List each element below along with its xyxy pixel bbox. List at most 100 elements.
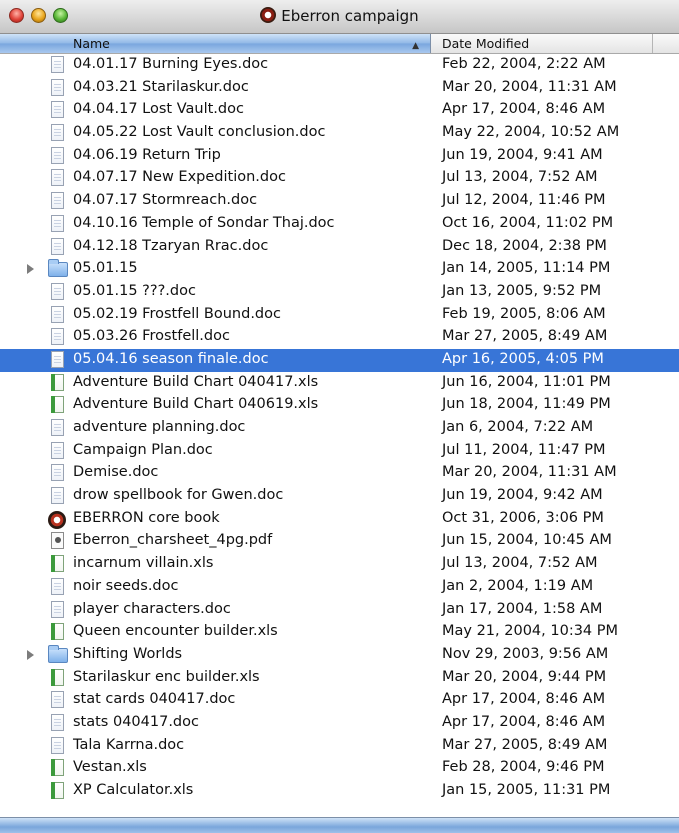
file-row[interactable]: Vestan.xls Feb 28, 2004, 9:46 PM xyxy=(0,757,679,780)
file-row[interactable]: 04.01.17 Burning Eyes.doc Feb 22, 2004, 2… xyxy=(0,54,679,77)
date-modified: Jul 13, 2004, 7:52 AM xyxy=(442,555,598,572)
file-name: noir seeds.doc xyxy=(73,577,179,594)
file-name: 05.01.15 xyxy=(73,260,138,277)
file-name: 04.06.19 Return Trip xyxy=(73,146,221,163)
disclosure-triangle-icon[interactable] xyxy=(27,264,34,275)
date-modified: Apr 17, 2004, 8:46 AM xyxy=(442,101,606,118)
folder-row[interactable]: 05.01.15 Jan 14, 2005, 11:14 PM xyxy=(0,258,679,281)
date-modified: Jun 15, 2004, 10:45 AM xyxy=(442,532,612,549)
date-modified: Feb 19, 2005, 8:06 AM xyxy=(442,305,606,322)
file-row[interactable]: Eberron_charsheet_4pg.pdf Jun 15, 2004, 1… xyxy=(0,530,679,553)
file-row[interactable]: player characters.doc Jan 17, 2004, 1:58 … xyxy=(0,599,679,622)
file-row[interactable]: Starilaskur enc builder.xls Mar 20, 2004,… xyxy=(0,667,679,690)
file-row[interactable]: adventure planning.doc Jan 6, 2004, 7:22 … xyxy=(0,417,679,440)
file-name: 04.04.17 Lost Vault.doc xyxy=(73,101,244,118)
date-modified: Mar 20, 2004, 9:44 PM xyxy=(442,668,607,685)
eberron-book-icon xyxy=(260,7,277,23)
date-modified: Mar 20, 2004, 11:31 AM xyxy=(442,78,617,95)
file-row[interactable]: stats 040417.doc Apr 17, 2004, 8:46 AM xyxy=(0,712,679,735)
document-icon xyxy=(51,464,64,482)
file-row[interactable]: 05.02.19 Frostfell Bound.doc Feb 19, 2005… xyxy=(0,304,679,327)
file-row[interactable]: 04.06.19 Return Trip Jun 19, 2004, 9:41 A… xyxy=(0,145,679,168)
date-modified: Jun 16, 2004, 11:01 PM xyxy=(442,373,611,390)
folder-row[interactable]: Shifting Worlds Nov 29, 2003, 9:56 AM xyxy=(0,644,679,667)
date-modified: Oct 16, 2004, 11:02 PM xyxy=(442,214,614,231)
column-header-name-label: Name xyxy=(73,36,110,51)
date-modified: Mar 20, 2004, 11:31 AM xyxy=(442,464,617,481)
file-row[interactable]: Queen encounter builder.xls May 21, 2004,… xyxy=(0,621,679,644)
file-name: adventure planning.doc xyxy=(73,419,246,435)
file-name: 04.10.16 Temple of Sondar Thaj.doc xyxy=(73,214,335,231)
document-icon xyxy=(51,487,64,505)
file-name: incarnum villain.xls xyxy=(73,555,214,572)
date-modified: Oct 31, 2006, 3:06 PM xyxy=(442,509,604,526)
file-row[interactable]: Tala Karrna.doc Mar 27, 2005, 8:49 AM xyxy=(0,735,679,758)
file-row[interactable]: 05.03.26 Frostfell.doc Mar 27, 2005, 8:49… xyxy=(0,326,679,349)
file-row[interactable]: 04.04.17 Lost Vault.doc Apr 17, 2004, 8:4… xyxy=(0,99,679,122)
file-name: 05.03.26 Frostfell.doc xyxy=(73,328,230,345)
file-row[interactable]: Demise.doc Mar 20, 2004, 11:31 AM xyxy=(0,462,679,485)
column-header-date-label: Date Modified xyxy=(442,36,530,51)
spreadsheet-icon xyxy=(51,782,64,799)
date-modified: Jan 13, 2005, 9:52 PM xyxy=(442,282,602,299)
column-header-name[interactable]: Name ▲ xyxy=(0,34,431,53)
file-name: 04.03.21 Starilaskur.doc xyxy=(73,78,249,95)
spreadsheet-icon xyxy=(51,759,64,777)
file-row[interactable]: 04.12.18 Tzaryan Rrac.doc Dec 18, 2004, 2… xyxy=(0,236,679,259)
document-icon xyxy=(51,600,64,618)
file-name: Campaign Plan.doc xyxy=(73,441,213,458)
file-name: Tala Karrna.doc xyxy=(73,736,185,753)
date-modified: Jan 14, 2005, 11:14 PM xyxy=(442,260,611,277)
document-icon xyxy=(51,282,64,300)
file-name: 04.05.22 Lost Vault conclusion.doc xyxy=(73,124,326,141)
date-modified: May 22, 2004, 10:52 AM xyxy=(442,124,620,141)
file-row[interactable]: 04.05.22 Lost Vault conclusion.doc May 22… xyxy=(0,122,679,145)
window-titlebar[interactable]: Eberron campaign xyxy=(0,0,679,34)
file-name: Adventure Build Chart 040417.xls xyxy=(73,373,319,390)
file-row[interactable]: 05.04.16 season finale.doc Apr 16, 2005, … xyxy=(0,348,679,372)
file-row[interactable]: incarnum villain.xls Jul 13, 2004, 7:52 A… xyxy=(0,553,679,576)
disclosure-triangle-icon[interactable] xyxy=(27,649,34,660)
file-row[interactable]: 04.07.17 New Expedition.doc Jul 13, 2004,… xyxy=(0,167,679,190)
date-modified: Apr 16, 2005, 4:05 PM xyxy=(442,350,604,367)
file-name: 05.04.16 season finale.doc xyxy=(73,350,269,367)
file-name: player characters.doc xyxy=(73,600,231,617)
file-row[interactable]: Adventure Build Chart 040417.xls Jun 16, … xyxy=(0,372,679,395)
file-row[interactable]: noir seeds.doc Jan 2, 2004, 1:19 AM xyxy=(0,576,679,599)
date-modified: Mar 27, 2005, 8:49 AM xyxy=(442,328,608,345)
document-icon xyxy=(51,305,64,323)
file-list[interactable]: 04.01.17 Burning Eyes.doc Feb 22, 2004, 2… xyxy=(0,54,679,803)
file-row[interactable]: 04.03.21 Starilaskur.doc Mar 20, 2004, 11… xyxy=(0,77,679,100)
file-name: Adventure Build Chart 040619.xls xyxy=(73,396,319,413)
file-name: stat cards 040417.doc xyxy=(73,691,236,708)
document-icon xyxy=(51,736,64,754)
file-name: Vestan.xls xyxy=(73,759,147,776)
document-icon xyxy=(51,78,64,96)
date-modified: Apr 17, 2004, 8:46 AM xyxy=(442,713,606,730)
file-row[interactable]: Campaign Plan.doc Jul 11, 2004, 11:47 PM xyxy=(0,440,679,463)
date-modified: Jan 6, 2004, 7:22 AM xyxy=(442,419,594,435)
file-name: XP Calculator.xls xyxy=(73,782,194,798)
window-bottom-bar xyxy=(0,817,679,833)
file-row[interactable]: 04.07.17 Stormreach.doc Jul 12, 2004, 11:… xyxy=(0,190,679,213)
file-row[interactable]: EBERRON core book Oct 31, 2006, 3:06 PM xyxy=(0,508,679,531)
file-row[interactable]: drow spellbook for Gwen.doc Jun 19, 2004,… xyxy=(0,485,679,508)
date-modified: May 21, 2004, 10:34 PM xyxy=(442,623,619,640)
file-row[interactable]: 04.10.16 Temple of Sondar Thaj.doc Oct 16… xyxy=(0,213,679,236)
document-icon xyxy=(51,169,64,187)
file-row[interactable]: Adventure Build Chart 040619.xls Jun 18, … xyxy=(0,394,679,417)
file-name: Starilaskur enc builder.xls xyxy=(73,668,260,685)
date-modified: Feb 28, 2004, 9:46 PM xyxy=(442,759,605,776)
document-icon xyxy=(51,577,64,595)
file-row[interactable]: 05.01.15 ???.doc Jan 13, 2005, 9:52 PM xyxy=(0,281,679,304)
document-icon xyxy=(51,146,64,164)
date-modified: Jun 19, 2004, 9:41 AM xyxy=(442,146,603,163)
spreadsheet-icon xyxy=(51,668,64,686)
window-title: Eberron campaign xyxy=(281,7,419,25)
document-icon xyxy=(51,419,64,436)
file-row[interactable]: stat cards 040417.doc Apr 17, 2004, 8:46 … xyxy=(0,689,679,712)
column-header-date-modified[interactable]: Date Modified xyxy=(432,34,653,53)
file-row[interactable]: XP Calculator.xls Jan 15, 2005, 11:31 PM xyxy=(0,780,679,803)
document-icon xyxy=(51,56,64,73)
spreadsheet-icon xyxy=(51,396,64,414)
